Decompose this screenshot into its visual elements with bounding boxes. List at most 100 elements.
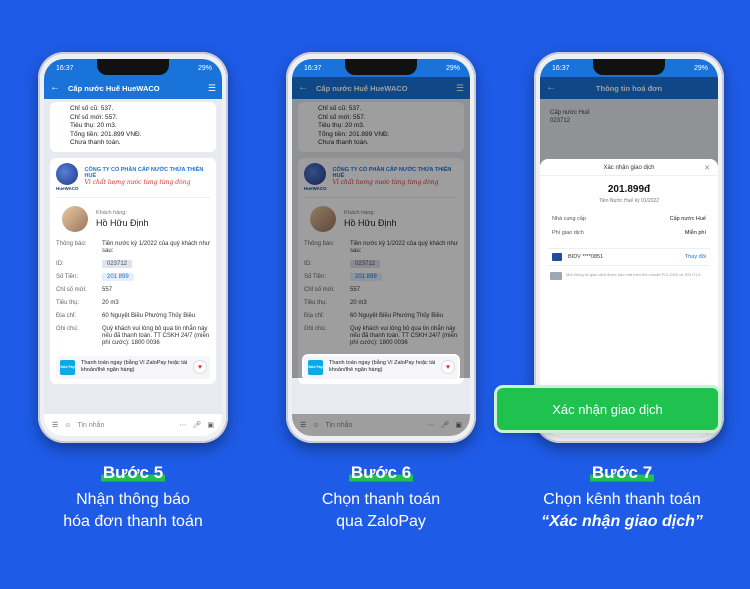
menu-icon[interactable]: ☰ (208, 83, 216, 94)
list-icon[interactable]: ☰ (300, 421, 306, 429)
caption-line: Chọn kênh thanh toán (543, 491, 701, 508)
confirm-transaction-button[interactable]: Xác nhận giao dịch (497, 388, 718, 430)
phone-notch (593, 59, 665, 75)
row-usage: Tiêu thụ: 20 m3 (56, 297, 210, 310)
invoice-card: HueWACO CÔNG TY CỔ PHẦN CẤP NƯỚC THỪA TH… (50, 157, 216, 384)
message-line: Chưa thanh toán. (70, 139, 121, 146)
company-slogan: Vì chất lượng nước từng từng dòng (332, 179, 439, 186)
phone-screen: 16:37 29% ← Cấp nước Huế HueWACO ☰ Chỉ s… (44, 59, 222, 436)
caption-line: Nhận thông báo (76, 491, 190, 508)
chat-title: Cấp nước Huế HueWACO (316, 83, 408, 93)
caption-step-6: Bước 6 Chọn thanh toán qua ZaloPay (261, 463, 501, 533)
step-label: Bước 5 (100, 463, 166, 483)
message-line: Chỉ số mới: 557. (318, 113, 366, 121)
message-line: Tiêu thụ: 20 m3. (70, 122, 117, 129)
row-label: ID: (56, 260, 64, 267)
caption-line: qua ZaloPay (336, 513, 426, 530)
message-input[interactable]: Tin nhắn (325, 422, 421, 429)
caption-line: “Xác nhận giao dịch” (541, 513, 703, 530)
message-line: Tiêu thụ: 20 m3. (318, 122, 365, 129)
mic-icon[interactable]: 🎤︎ (192, 421, 201, 429)
row-id: ID: 023712 (56, 258, 210, 271)
row-label: Số Tiền: (56, 273, 79, 280)
menu-icon[interactable]: ☰ (456, 83, 464, 94)
mic-icon[interactable]: 🎤︎ (440, 421, 449, 429)
message-line: Chỉ số mới: 557. (70, 113, 118, 121)
logo-text: HueWACO (304, 185, 327, 191)
close-icon[interactable]: ✕ (704, 164, 710, 172)
list-icon[interactable]: ☰ (52, 421, 58, 429)
logo-text: HueWACO (56, 185, 79, 191)
back-arrow-icon[interactable]: ← (298, 83, 308, 93)
row-notice: Thông báo: Tiền nước kỳ 1/2022 của quý kh… (304, 238, 458, 258)
invoice-card: HueWACO CÔNG TY CỔ PHẦN CẤP NƯỚC THỪA TH… (298, 157, 464, 384)
row-value: Tiền nước kỳ 1/2022 của quý khách như sa… (350, 240, 458, 254)
zalopay-logo-icon: Zalo Pay (308, 359, 323, 375)
more-icon[interactable]: ⋯ (427, 421, 434, 429)
image-icon[interactable]: ▣ (207, 421, 214, 429)
company-slogan: Vì chất lượng nước từng từng dòng (84, 179, 191, 186)
avatar (310, 205, 336, 232)
image-icon[interactable]: ▣ (455, 421, 462, 429)
step-label: Bước 7 (589, 463, 655, 483)
change-bank-link[interactable]: Thay đổi (685, 254, 706, 260)
row-address: Địa chỉ: 60 Nguyệt Biều Phường Thủy Biều (56, 310, 210, 323)
row-value: 20 m3 (102, 299, 119, 306)
row-value: 60 Nguyệt Biều Phường Thủy Biều (102, 312, 196, 319)
amount: 201.899đ (607, 184, 651, 195)
message-input-bar: ☰ ☺ Tin nhắn ⋯ 🎤︎ ▣ (292, 414, 470, 436)
heart-icon[interactable]: ♥ (442, 361, 454, 373)
previous-message: Chỉ số cũ: 537. Chỉ số mới: 557. Tiêu th… (298, 102, 464, 152)
message-line: Chỉ số cũ: 537. (70, 105, 114, 112)
emoji-icon[interactable]: ☺ (312, 422, 319, 429)
company-header: HueWACO CÔNG TY CỔ PHẦN CẤP NƯỚC THỪA TH… (56, 162, 210, 198)
bidv-bank-icon (552, 253, 562, 261)
pci-badge-icon (550, 272, 562, 280)
row-value: 557 (350, 286, 361, 293)
row-label: Chỉ số mới: (304, 286, 335, 293)
row-usage: Tiêu thụ: 20 m3 (304, 297, 458, 310)
zalopay-logo-icon: Zalo Pay (60, 359, 75, 375)
message-input[interactable]: Tin nhắn (77, 422, 173, 429)
app-bar: ← Cấp nước Huế HueWACO ☰ (292, 77, 470, 99)
zalopay-text: Thanh toán ngay (bằng Ví ZaloPay hoặc tà… (81, 360, 188, 373)
row-value: Quý khách vui lòng bỏ qua tin nhắn này n… (102, 325, 210, 346)
caption-line: Chọn thanh toán (321, 491, 441, 508)
message-line: Tổng tiền: 201.899 VNĐ. (70, 130, 142, 138)
row-label: Thông báo: (304, 240, 335, 247)
heart-icon[interactable]: ♥ (194, 361, 206, 373)
emoji-icon[interactable]: ☺ (64, 422, 71, 429)
customer-name: Hồ Hữu Định (344, 217, 397, 228)
company-logo: HueWACO (304, 162, 327, 191)
amount-value: 201 899 (350, 272, 382, 281)
company-name: CÔNG TY CỔ PHẦN CẤP NƯỚC THỪA THIÊN HUẾ (84, 167, 204, 179)
id-value: 023712 (102, 259, 133, 268)
provider-label: Nhà cung cấp (552, 216, 586, 222)
customer-label: Khách hàng: (96, 209, 127, 216)
row-value: 60 Nguyệt Biều Phường Thủy Biều (350, 312, 444, 319)
row-amount: Số Tiền: 201 899 (304, 271, 458, 284)
back-arrow-icon[interactable]: ← (546, 83, 556, 93)
amount-value: 201 899 (102, 272, 134, 281)
back-arrow-icon[interactable]: ← (50, 83, 60, 93)
avatar (62, 205, 88, 232)
row-label: Chỉ số mới: (56, 286, 87, 293)
phone-notch (345, 59, 417, 75)
fee-row: Phí giao dịch Miễn phí (540, 226, 718, 240)
message-input-bar: ☰ ☺ Tin nhắn ⋯ 🎤︎ ▣ (44, 414, 222, 436)
customer-block: Khách hàng: Hồ Hữu Định (56, 198, 210, 238)
row-amount: Số Tiền: 201 899 (56, 271, 210, 284)
customer-name: Hồ Hữu Định (96, 217, 149, 228)
water-drop-logo-icon (304, 162, 326, 185)
id-value: 023712 (350, 259, 381, 268)
chat-title: Cấp nước Huế HueWACO (68, 83, 160, 93)
more-icon[interactable]: ⋯ (179, 421, 186, 429)
battery-level: 29% (693, 64, 708, 72)
provider-value: Cấp nước Huế (669, 216, 706, 222)
phone-step-5: 16:37 29% ← Cấp nước Huế HueWACO ☰ Chỉ s… (38, 52, 228, 443)
chat-area: Chỉ số cũ: 537. Chỉ số mới: 557. Tiêu th… (292, 99, 470, 421)
zalopay-pay-button[interactable]: Zalo Pay Thanh toán ngay (bằng Ví ZaloPa… (56, 355, 210, 379)
zalopay-pay-button[interactable]: Zalo Pay Thanh toán ngay (bằng Ví ZaloPa… (304, 355, 458, 379)
row-label: Thông báo: (56, 240, 87, 247)
row-note: Ghi chú: Quý khách vui lòng bỏ qua tin nh… (304, 323, 458, 350)
